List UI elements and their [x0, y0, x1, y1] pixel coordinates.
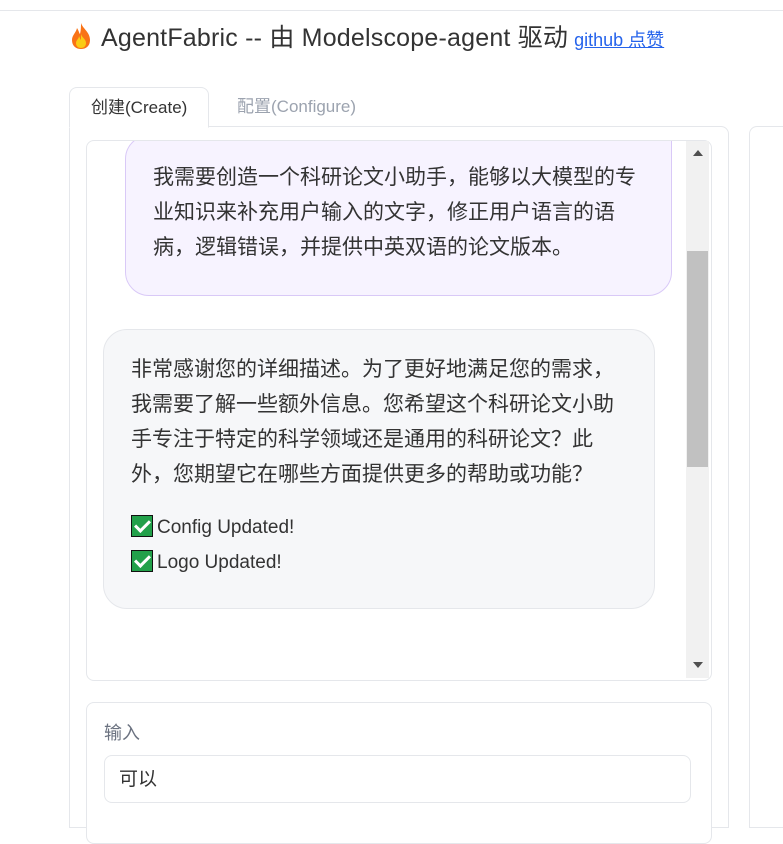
status-config-text: Config Updated! [157, 517, 295, 538]
github-star-link[interactable]: github 点赞 [574, 26, 664, 52]
preview-panel [749, 126, 783, 828]
assistant-message: 非常感谢您的详细描述。为了更好地满足您的需求，我需要了解一些额外信息。您希望这个… [103, 329, 655, 609]
scroll-down-arrow-icon[interactable] [686, 658, 709, 672]
input-section: 输入 可以 [86, 702, 712, 844]
chat-history[interactable]: 我需要创造一个科研论文小助手，能够以大模型的专业知识来补充用户输入的文字，修正用… [86, 140, 712, 681]
page-title: AgentFabric -- 由 Modelscope-agent 驱动 [101, 24, 569, 52]
chat-scrollbar[interactable] [686, 141, 709, 678]
input-label: 输入 [104, 723, 140, 743]
check-icon [131, 550, 153, 572]
app-header: AgentFabric -- 由 Modelscope-agent 驱动 git… [70, 18, 664, 54]
fire-icon [70, 22, 92, 50]
user-message-text: 我需要创造一个科研论文小助手，能够以大模型的专业知识来补充用户输入的文字，修正用… [153, 166, 636, 259]
user-message: 我需要创造一个科研论文小助手，能够以大模型的专业知识来补充用户输入的文字，修正用… [125, 141, 672, 296]
status-item: Config Updated! [131, 510, 630, 545]
status-list: Config Updated! Logo Updated! [131, 510, 630, 580]
top-border [0, 0, 783, 11]
scrollbar-thumb[interactable] [687, 251, 708, 467]
scroll-up-arrow-icon[interactable] [686, 147, 709, 161]
status-logo-text: Logo Updated! [157, 552, 282, 573]
check-icon [131, 515, 153, 537]
assistant-message-text: 非常感谢您的详细描述。为了更好地满足您的需求，我需要了解一些额外信息。您希望这个… [131, 358, 614, 486]
message-input[interactable]: 可以 [104, 755, 691, 803]
status-item: Logo Updated! [131, 545, 630, 580]
tab-configure[interactable]: 配置(Configure) [216, 87, 377, 126]
tab-create[interactable]: 创建(Create) [69, 87, 210, 128]
